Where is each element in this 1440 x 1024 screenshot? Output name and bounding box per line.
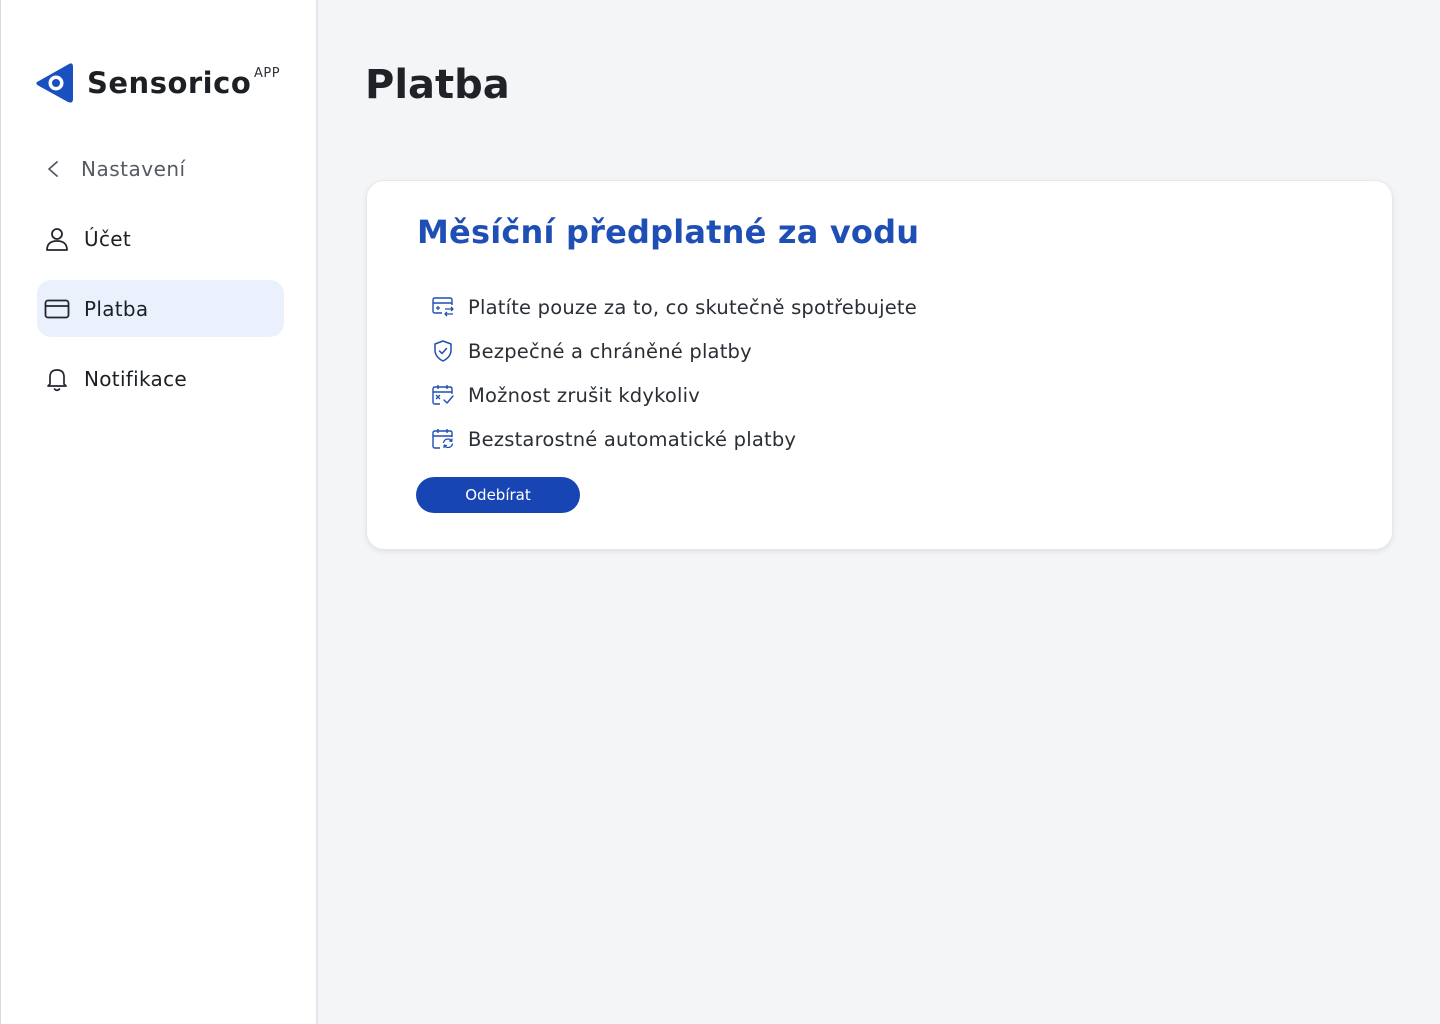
- calendar-refresh-icon: [431, 428, 455, 450]
- calendar-cancel-icon: [431, 384, 455, 406]
- list-item: Možnost zrušit kdykoliv: [431, 373, 917, 417]
- sidebar-item-label: Platba: [84, 296, 149, 321]
- feature-label: Bezpečné a chráněné platby: [468, 339, 752, 363]
- brand-logo[interactable]: Sensorico APP: [35, 62, 280, 104]
- shield-check-icon: [431, 340, 455, 362]
- sidebar-item-notifications[interactable]: Notifikace: [37, 350, 284, 407]
- brand-name: Sensorico: [87, 66, 252, 100]
- user-icon: [37, 226, 77, 252]
- feature-label: Platíte pouze za to, co skutečně spotřeb…: [468, 295, 917, 319]
- bell-icon: [37, 366, 77, 392]
- back-link-label: Nastavení: [81, 157, 186, 181]
- list-item: Platíte pouze za to, co skutečně spotřeb…: [431, 285, 917, 329]
- feature-list: Platíte pouze za to, co skutečně spotřeb…: [431, 285, 917, 461]
- sidebar-item-label: Notifikace: [84, 366, 187, 391]
- credit-card-icon: [37, 299, 77, 319]
- chevron-left-icon: [37, 160, 69, 178]
- back-to-settings-link[interactable]: Nastavení: [37, 152, 283, 186]
- feature-label: Bezstarostné automatické platby: [468, 427, 797, 451]
- subscription-card: Měsíční předplatné za vodu Platíte pouze…: [366, 180, 1393, 550]
- card-title: Měsíční předplatné za vodu: [417, 213, 920, 251]
- sidebar-item-payment[interactable]: Platba: [37, 280, 284, 337]
- list-item: Bezstarostné automatické platby: [431, 417, 917, 461]
- brand-suffix: APP: [254, 66, 281, 81]
- feature-label: Možnost zrušit kdykoliv: [468, 383, 701, 407]
- usage-icon: [431, 297, 455, 317]
- sidebar: Sensorico APP Nastavení Účet Platba Noti…: [0, 0, 318, 1024]
- subscribe-button[interactable]: Odebírat: [416, 477, 580, 513]
- list-item: Bezpečné a chráněné platby: [431, 329, 917, 373]
- sidebar-item-label: Účet: [84, 226, 131, 251]
- sidebar-item-account[interactable]: Účet: [37, 210, 284, 267]
- page-title: Platba: [365, 62, 510, 108]
- logo-icon: [36, 63, 73, 103]
